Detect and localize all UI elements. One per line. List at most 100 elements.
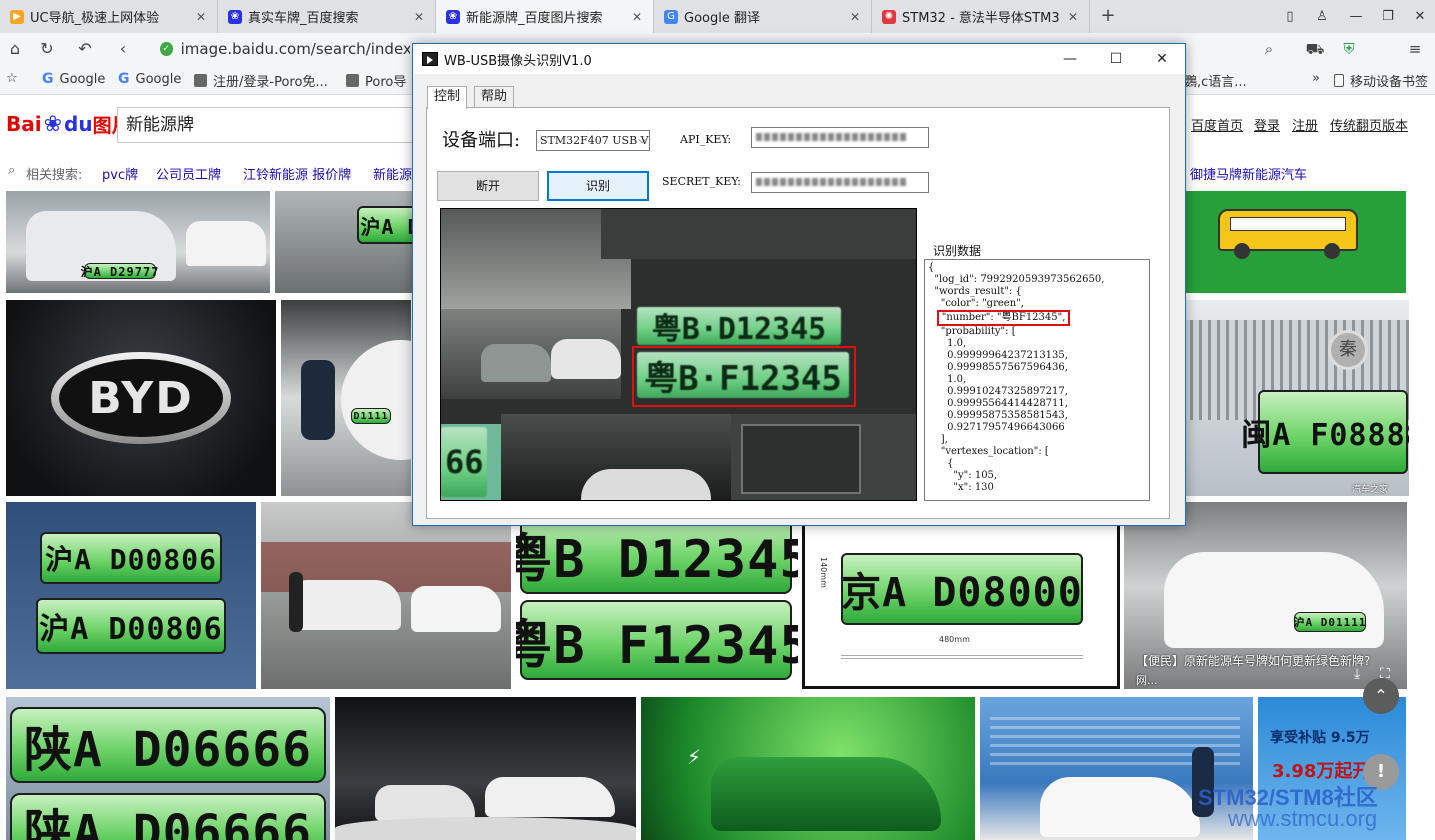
related-item[interactable]: 御捷马牌新能源汽车 [1190, 164, 1307, 183]
browser-tab-stm32[interactable]: ✺ STM32 - 意法半导体STM32/ ✕ [872, 0, 1090, 33]
image-thumbnail[interactable]: 粤B D12345 粤B F12345 [516, 502, 798, 689]
shirt-icon[interactable]: ♙ [1306, 0, 1338, 33]
license-plate: 京A D08000 [841, 553, 1083, 625]
related-item[interactable]: pvc牌 [102, 164, 138, 183]
restore-icon[interactable]: ❐ [1372, 0, 1404, 33]
minimize-icon[interactable]: — [1047, 44, 1093, 74]
image-thumbnail[interactable]: ⚡ [641, 697, 975, 840]
url-field[interactable]: ✓ image.baidu.com/search/index?tn [160, 37, 410, 61]
image-thumbnail[interactable]: 陕A D06666 陕A D06666 [6, 697, 330, 840]
port-select-value: STM32F407 USB V [540, 134, 649, 147]
browser-tab-baidu-search[interactable]: ❀ 真实车牌_百度搜索 ✕ [218, 0, 436, 33]
license-plate: 沪A D00806 [40, 532, 222, 584]
cart-icon[interactable]: ⛟ [1304, 40, 1326, 60]
reload-icon[interactable]: ↻ [36, 39, 58, 59]
license-plate: D1111 [351, 408, 391, 424]
back-icon[interactable]: ‹ [112, 39, 134, 59]
image-thumbnail[interactable]: 沪A D01111 【便民】原新能源车号牌如何更新绿色新牌? 网... ⤓ ⛶ [1124, 502, 1407, 689]
recognize-button[interactable]: 识别 [547, 171, 649, 201]
home-icon[interactable]: ⌂ [4, 39, 26, 59]
image-caption: 汽车之家 [1352, 485, 1389, 495]
maximize-icon[interactable]: ☐ [1093, 44, 1139, 74]
poro-icon [194, 74, 207, 87]
mobile-icon [1334, 74, 1344, 87]
new-tab-button[interactable]: + [1098, 5, 1118, 27]
camera-preview: 粤B·D12345 粤B·F12345 66 [440, 208, 917, 501]
baidu-logo[interactable]: Bai ❀ du 图片 [6, 104, 131, 144]
image-thumbnail[interactable]: 沪A D0 [275, 191, 415, 293]
scroll-to-top-button[interactable]: ⌃ [1363, 678, 1399, 714]
watermark-url: www.stmcu.org [1228, 806, 1378, 831]
undo-icon[interactable]: ↶ [74, 39, 96, 59]
close-icon[interactable]: ✕ [629, 10, 645, 24]
image-thumbnail[interactable] [980, 697, 1253, 840]
shield-icon[interactable]: ⛨ [1338, 40, 1360, 60]
close-icon[interactable]: ✕ [1139, 44, 1185, 74]
result-json-textarea[interactable]: { "log_id": 7992920593973562650, "words_… [924, 259, 1150, 501]
byd-logo: BYD [88, 372, 194, 424]
search-input[interactable]: 新能源牌 [117, 107, 417, 143]
image-thumbnail[interactable]: 秦 闽A F08888 汽车之家 [1184, 300, 1409, 496]
image-thumbnail[interactable] [335, 697, 636, 840]
tab-label: Google 翻译 [684, 11, 760, 26]
license-plate: 陕A D06666 [10, 793, 326, 840]
baidu-paw-icon: ❀ [446, 9, 460, 24]
menu-icon[interactable]: ≡ [1404, 40, 1426, 60]
secret-key-input[interactable] [751, 172, 929, 193]
port-label: 设备端口: [442, 130, 521, 151]
star-icon[interactable]: ☆ [6, 71, 18, 86]
bookmark-c-language[interactable]: 鸚,c语言... [1184, 71, 1247, 90]
link-register[interactable]: 注册 [1292, 115, 1318, 134]
close-icon[interactable]: ✕ [193, 10, 209, 24]
link-classic-pager[interactable]: 传统翻页版本 [1330, 115, 1408, 134]
masked-value [756, 178, 906, 186]
browser-tab-uc[interactable]: ▶ UC导航_极速上网体验 ✕ [0, 0, 218, 33]
close-icon[interactable]: ✕ [1065, 10, 1081, 24]
dimension-label: 480mm [939, 635, 970, 644]
bookmark-google-1[interactable]: G Google [42, 71, 105, 87]
control-panel: 设备端口: STM32F407 USB V ⌵ API_KEY: SECRET_… [426, 107, 1170, 519]
image-thumbnail[interactable]: D1111 [281, 300, 411, 496]
recognition-app-window: WB-USB摄像头识别V1.0 — ☐ ✕ 控制 帮助 设备端口: STM32F… [412, 43, 1186, 526]
bookmark-mobile[interactable]: 移动设备书签 [1334, 71, 1428, 90]
image-thumbnail[interactable] [261, 502, 511, 689]
bookmark-poro-login[interactable]: 注册/登录-Poro免... [194, 71, 328, 90]
search-icon[interactable]: ⌕ [1258, 40, 1280, 60]
license-plate: 沪A D29777 [80, 263, 160, 279]
close-icon[interactable]: ✕ [411, 10, 427, 24]
related-item[interactable]: 公司员工牌 [156, 164, 221, 183]
image-thumbnail[interactable] [1184, 191, 1406, 293]
image-thumbnail[interactable]: 沪A D29777 [6, 191, 270, 293]
tab-list-icon[interactable]: ▯ [1274, 0, 1306, 33]
tab-control[interactable]: 控制 [427, 86, 468, 109]
json-line: "log_id": 7992920593973562650, [928, 274, 1105, 285]
stm-icon: ✺ [882, 9, 896, 24]
tab-help[interactable]: 帮助 [474, 86, 515, 108]
bookmark-poro-nav[interactable]: Poro导 [346, 71, 406, 90]
link-login[interactable]: 登录 [1254, 115, 1280, 134]
disconnect-button[interactable]: 断开 [437, 171, 539, 201]
related-item[interactable]: 新能源 [373, 164, 412, 183]
bookmarks-more-icon[interactable]: » [1312, 71, 1320, 86]
download-icon[interactable]: ⤓ [1354, 666, 1360, 682]
image-thumbnail[interactable]: 沪A D00806 沪A D00806 [6, 502, 256, 689]
related-label: 相关搜索: [26, 168, 83, 183]
bookmark-google-2[interactable]: G Google [118, 71, 181, 87]
image-thumbnail[interactable]: 京A D08000 140mm 480mm [802, 502, 1120, 689]
close-icon[interactable]: ✕ [847, 10, 863, 24]
browser-tab-baidu-image[interactable]: ❀ 新能源牌_百度图片搜索 ✕ [436, 0, 654, 33]
json-line: { [928, 262, 935, 273]
port-select[interactable]: STM32F407 USB V ⌵ [536, 130, 650, 151]
app-title-bar[interactable]: WB-USB摄像头识别V1.0 — ☐ ✕ [413, 44, 1185, 74]
minimize-icon[interactable]: — [1340, 0, 1372, 33]
baidu-paw-icon: ❀ [43, 111, 63, 137]
license-plate: 沪A D00806 [36, 598, 226, 654]
browser-tab-google-translate[interactable]: G Google 翻译 ✕ [654, 0, 872, 33]
api-key-input[interactable] [751, 127, 929, 148]
image-thumbnail[interactable]: BYD [6, 300, 276, 496]
link-baidu-home[interactable]: 百度首页 [1191, 115, 1243, 134]
google-translate-icon: G [664, 9, 678, 24]
json-line: 0.99999964237213135, [928, 350, 1068, 361]
related-item[interactable]: 江铃新能源 报价牌 [243, 164, 351, 183]
close-window-icon[interactable]: ✕ [1404, 0, 1435, 33]
